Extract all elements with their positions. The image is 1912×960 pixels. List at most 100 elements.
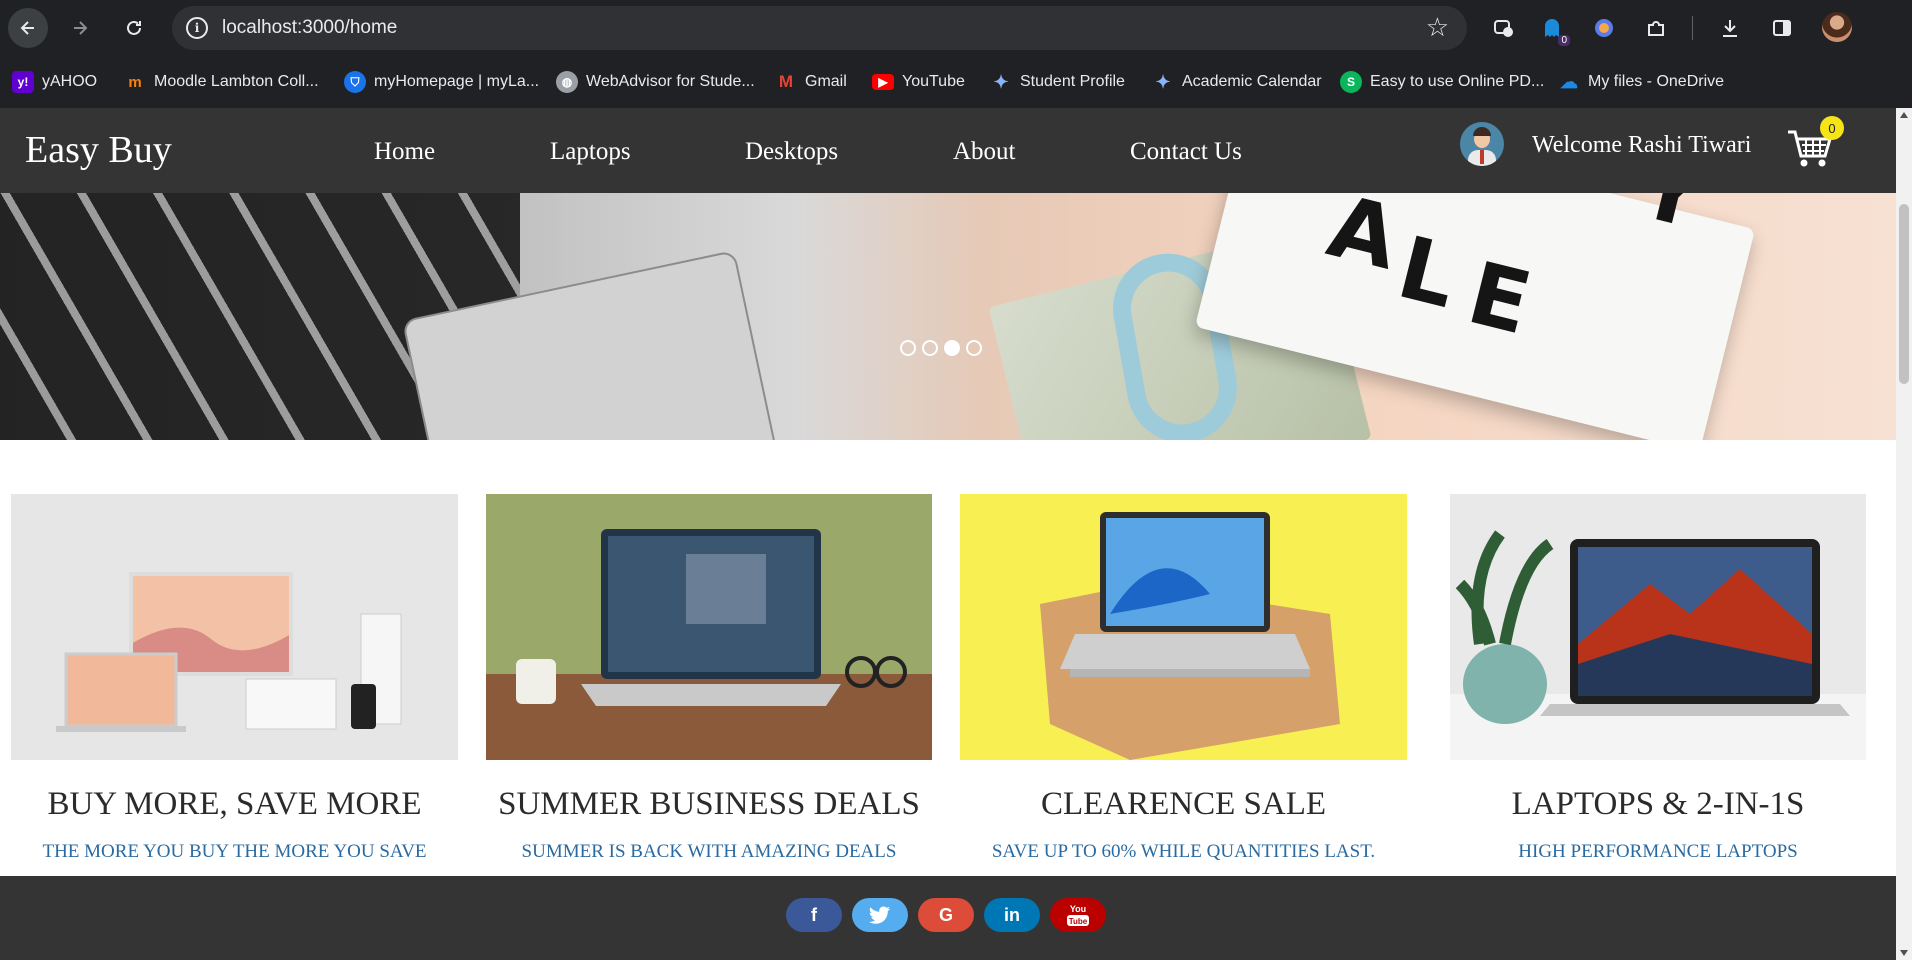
bookmark-gmail[interactable]: M Gmail — [775, 69, 847, 95]
bookmark-yahoo[interactable]: y! yAHOO — [12, 69, 97, 95]
yahoo-icon: y! — [12, 71, 34, 93]
pdf-s-icon: S — [1340, 71, 1362, 93]
youtube-icon: You Tube — [1067, 904, 1089, 926]
side-panel-icon — [1773, 20, 1791, 36]
facebook-button[interactable]: f — [786, 898, 842, 932]
nav-laptops[interactable]: Laptops — [550, 138, 631, 166]
bookmark-student-profile[interactable]: ✦ Student Profile — [990, 69, 1125, 95]
ghostery-extension-icon[interactable]: 0 — [1536, 12, 1570, 46]
site-header: Easy Buy Home Laptops Desktops About Con… — [0, 108, 1896, 193]
toolbar-divider — [1692, 16, 1693, 40]
nav-desktops[interactable]: Desktops — [745, 138, 838, 166]
bookmark-label: Student Profile — [1020, 73, 1125, 90]
scroll-down-arrow-icon[interactable] — [1900, 950, 1908, 956]
svg-text:You: You — [1070, 904, 1086, 914]
facebook-icon: f — [811, 904, 817, 925]
card-subtitle: SUMMER IS BACK WITH AMAZING DEALS — [521, 841, 897, 862]
bookmark-youtube[interactable]: ▶ YouTube — [872, 69, 965, 95]
puzzle-icon — [1648, 21, 1664, 36]
carousel-dot[interactable] — [922, 340, 938, 356]
carousel-dot[interactable] — [966, 340, 982, 356]
google-button[interactable]: G — [918, 898, 974, 932]
globe-icon: ◍ — [556, 71, 578, 93]
scrollbar-thumb[interactable] — [1899, 204, 1909, 384]
card-title: LAPTOPS & 2-IN-1S — [1511, 786, 1805, 822]
address-url[interactable]: localhost:3000/home — [222, 17, 397, 39]
nav-home[interactable]: Home — [374, 138, 435, 166]
star-icon: ✦ — [1155, 71, 1171, 92]
bookmark-label: yAHOO — [42, 73, 98, 90]
bookmark-label: YouTube — [902, 73, 965, 90]
bookmark-myhomepage[interactable]: ⛉ myHomepage | myLa... — [344, 69, 539, 95]
twitter-icon — [869, 906, 890, 924]
cart-count-badge: 0 — [1820, 116, 1844, 140]
hero-carousel[interactable]: A L E Y — [0, 193, 1896, 440]
arrow-left-icon — [20, 21, 34, 35]
arrow-right-icon — [74, 21, 88, 35]
carousel-dot[interactable] — [900, 340, 916, 356]
bookmark-label: Gmail — [805, 73, 847, 90]
gmail-icon: M — [778, 72, 794, 91]
shield-icon: ⛉ — [344, 71, 366, 93]
card-title: BUY MORE, SAVE MORE — [47, 786, 422, 822]
nav-contact-us[interactable]: Contact Us — [1130, 138, 1242, 166]
side-panel-button[interactable] — [1766, 12, 1798, 44]
reload-icon — [127, 20, 141, 35]
forward-button[interactable] — [60, 8, 100, 48]
linkedin-icon: in — [1004, 904, 1020, 925]
avatar-hair — [1473, 127, 1491, 136]
downloads-button[interactable] — [1714, 12, 1746, 44]
carousel-dot-active[interactable] — [944, 340, 960, 356]
bookmark-webadvisor[interactable]: ◍ WebAdvisor for Stude... — [556, 69, 755, 95]
card-title: SUMMER BUSINESS DEALS — [498, 786, 920, 822]
carousel-indicators — [900, 340, 982, 356]
linkedin-button[interactable]: in — [984, 898, 1040, 932]
star-icon: ✦ — [993, 71, 1009, 92]
bookmark-label: Easy to use Online PD... — [1370, 73, 1545, 90]
google-icon: G — [938, 904, 953, 925]
bookmarks-bar: y! yAHOO m Moodle Lambton Coll... ⛉ myHo… — [0, 56, 1912, 108]
media-extension-icon — [1494, 20, 1513, 37]
back-button[interactable] — [8, 8, 48, 48]
site-footer: f G in You Tube — [0, 876, 1896, 960]
card-title: CLEARENCE SALE — [1040, 786, 1327, 822]
avatar-tie — [1480, 150, 1484, 164]
card-subtitle: THE MORE YOU BUY THE MORE YOU SAVE — [42, 841, 427, 862]
web-page: Easy Buy Home Laptops Desktops About Con… — [0, 108, 1896, 960]
youtube-icon: ▶ — [872, 74, 894, 90]
bookmark-academic-calendar[interactable]: ✦ Academic Calendar — [1152, 69, 1322, 95]
extension-icon[interactable] — [1488, 12, 1520, 44]
welcome-message: Welcome Rashi Tiwari — [1532, 132, 1752, 158]
relay-icon — [1595, 19, 1613, 37]
site-info-icon[interactable]: i — [186, 17, 208, 39]
card-image-business-laptop — [486, 494, 932, 760]
card-image-devices — [11, 494, 458, 760]
reload-button[interactable] — [114, 8, 154, 48]
bookmark-online-pdf[interactable]: S Easy to use Online PD... — [1340, 69, 1544, 95]
extension-badge: 0 — [1558, 35, 1570, 46]
bookmark-label: Academic Calendar — [1182, 73, 1322, 90]
bookmark-star-icon[interactable]: ☆ — [1426, 13, 1449, 43]
address-bar[interactable]: i localhost:3000/home ☆ — [172, 6, 1467, 50]
card-subtitle: HIGH PERFORMANCE LAPTOPS — [1518, 841, 1798, 862]
bookmark-label: myHomepage | myLa... — [374, 73, 540, 90]
bookmark-label: WebAdvisor for Stude... — [586, 73, 755, 90]
bookmark-onedrive[interactable]: ☁ My files - OneDrive — [1558, 69, 1724, 95]
bookmark-moodle[interactable]: m Moodle Lambton Coll... — [124, 69, 319, 95]
card-image-macbook — [1450, 494, 1866, 760]
nav-about[interactable]: About — [953, 138, 1016, 166]
firefox-relay-extension-icon[interactable] — [1588, 12, 1620, 44]
page-scrollbar[interactable] — [1896, 108, 1912, 960]
browser-toolbar: i localhost:3000/home ☆ 0 — [0, 0, 1912, 56]
moodle-icon: m — [128, 73, 142, 91]
profile-avatar[interactable] — [1822, 12, 1852, 42]
bookmark-label: Moodle Lambton Coll... — [154, 73, 319, 90]
card-subtitle: SAVE UP TO 60% WHILE QUANTITIES LAST. — [991, 841, 1376, 862]
card-image-clearance-laptop — [960, 494, 1407, 760]
twitter-button[interactable] — [852, 898, 908, 932]
user-avatar[interactable] — [1460, 122, 1504, 166]
scroll-up-arrow-icon[interactable] — [1900, 112, 1908, 118]
site-brand[interactable]: Easy Buy — [25, 128, 172, 172]
extensions-button[interactable] — [1640, 12, 1672, 44]
youtube-button[interactable]: You Tube — [1050, 898, 1106, 932]
